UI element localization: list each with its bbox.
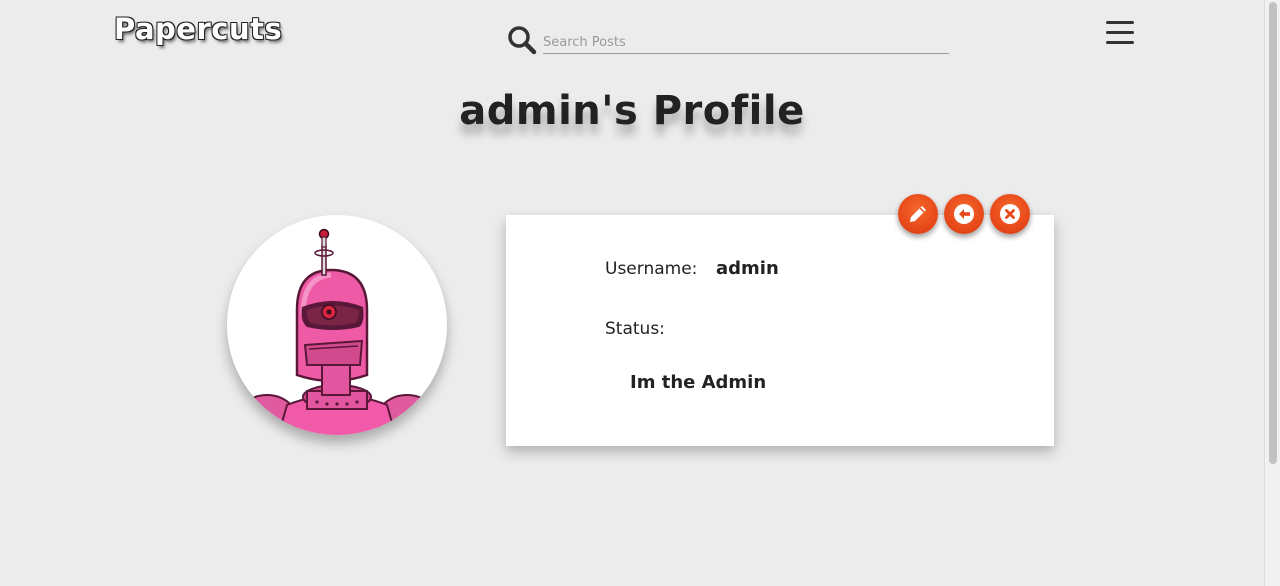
close-icon [1000, 204, 1020, 224]
username-label: Username: [605, 259, 698, 279]
back-button[interactable] [944, 194, 984, 234]
search-bar [506, 24, 950, 56]
search-input[interactable] [543, 32, 949, 54]
hamburger-menu-icon[interactable] [1105, 20, 1135, 46]
profile-card: Username: admin Status: Im the Admin [506, 215, 1054, 446]
page-title: admin's Profile [459, 88, 805, 134]
page: Papercuts admin's Profile [0, 0, 1280, 586]
status-value: Im the Admin [630, 372, 767, 393]
pencil-icon [910, 206, 926, 222]
scrollbar-thumb[interactable] [1269, 2, 1277, 464]
logo[interactable]: Papercuts [114, 12, 282, 46]
avatar [227, 215, 447, 435]
search-icon[interactable] [506, 24, 538, 56]
delete-button[interactable] [990, 194, 1030, 234]
arrow-left-icon [954, 204, 974, 224]
username-value: admin [716, 258, 779, 279]
edit-button[interactable] [898, 194, 938, 234]
status-label: Status: [605, 319, 665, 339]
page-scrollbar[interactable] [1264, 0, 1280, 586]
robot-avatar-image [236, 228, 438, 435]
